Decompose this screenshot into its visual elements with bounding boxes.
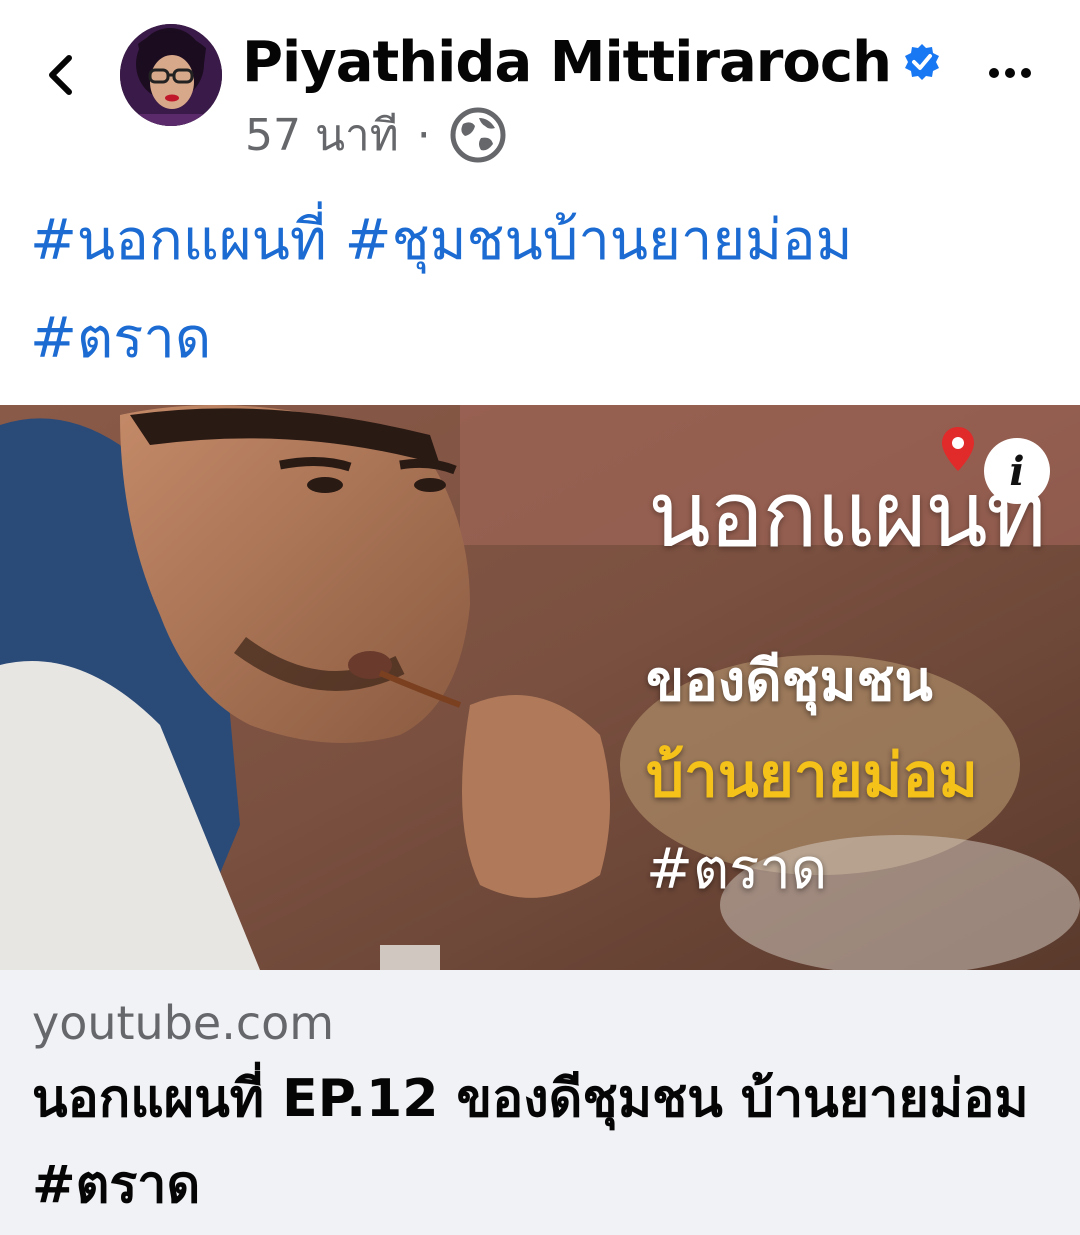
hashtag-link[interactable]: #ชุมชนบ้านยายม่อม: [345, 208, 853, 273]
post-header: Piyathida Mittiraroch 57 นาที ·: [0, 0, 1080, 175]
hashtag-link[interactable]: #นอกแผนที่: [30, 208, 327, 273]
thumbnail-subtitle-line1: ของดีชุมชน: [646, 649, 933, 714]
post-timestamp[interactable]: 57 นาที: [245, 100, 399, 170]
hashtag-link[interactable]: #ตราด: [30, 306, 211, 371]
thumbnail-subtitle-line3: #ตราด: [646, 837, 828, 902]
info-button[interactable]: i: [984, 438, 1050, 504]
verified-badge-icon: [904, 44, 939, 80]
globe-icon: [450, 107, 506, 163]
chevron-left-icon: [49, 55, 72, 95]
more-options-button[interactable]: [980, 48, 1040, 98]
link-title[interactable]: นอกแผนที่ EP.12 ของดีชุมชน บ้านยายม่อม #…: [32, 1056, 1042, 1228]
author-avatar[interactable]: [120, 24, 222, 126]
back-button[interactable]: [30, 40, 90, 110]
thumbnail-subtitle-line2: บ้านยายม่อม: [646, 741, 978, 811]
more-horizontal-icon: [989, 68, 1031, 78]
avatar-image: [120, 24, 222, 126]
post-caption: #นอกแผนที่ #ชุมชนบ้านยายม่อม #ตราด: [30, 192, 1050, 388]
post-meta: 57 นาที ·: [245, 104, 507, 166]
author-name-row: Piyathida Mittiraroch: [242, 26, 941, 98]
meta-separator: ·: [416, 109, 431, 161]
link-domain: youtube.com: [32, 996, 335, 1050]
author-name[interactable]: Piyathida Mittiraroch: [242, 30, 892, 95]
